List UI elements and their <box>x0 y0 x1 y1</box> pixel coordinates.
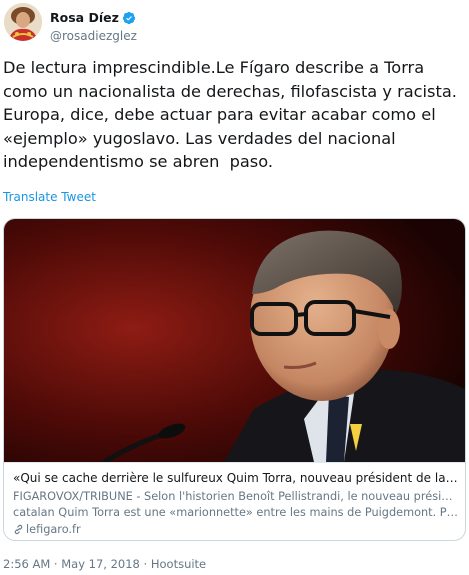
tweet-header: Rosa Díez @rosadiezglez <box>4 3 464 47</box>
tweet-text: De lectura imprescindible.Le Fígaro desc… <box>3 58 463 171</box>
card-domain[interactable]: lefigaro.fr <box>13 523 81 536</box>
verified-badge-icon <box>122 11 135 24</box>
translate-tweet-link[interactable]: Translate Tweet <box>3 190 96 204</box>
link-card[interactable]: «Qui se cache derrière le sulfureux Quim… <box>3 218 466 541</box>
card-domain-label: lefigaro.fr <box>26 523 81 536</box>
author-display-name[interactable]: Rosa Díez <box>50 10 119 25</box>
author-names: Rosa Díez @rosadiezglez <box>50 7 137 43</box>
link-icon <box>14 524 23 535</box>
tweet-timestamp[interactable]: 2:56 AM · May 17, 2018 · Hootsuite <box>3 557 206 571</box>
author-handle[interactable]: @rosadiezglez <box>50 29 137 43</box>
card-body: «Qui se cache derrière le sulfureux Quim… <box>4 462 465 540</box>
card-description-line-2: catalan Quim Torra est une «marionnette»… <box>13 506 458 519</box>
card-image <box>4 219 465 462</box>
card-description-line-1: FIGAROVOX/TRIBUNE - Selon l'historien Be… <box>13 490 458 503</box>
avatar[interactable] <box>4 3 42 41</box>
card-description: FIGAROVOX/TRIBUNE - Selon l'historien Be… <box>13 489 458 521</box>
card-title[interactable]: «Qui se cache derrière le sulfureux Quim… <box>13 471 458 485</box>
